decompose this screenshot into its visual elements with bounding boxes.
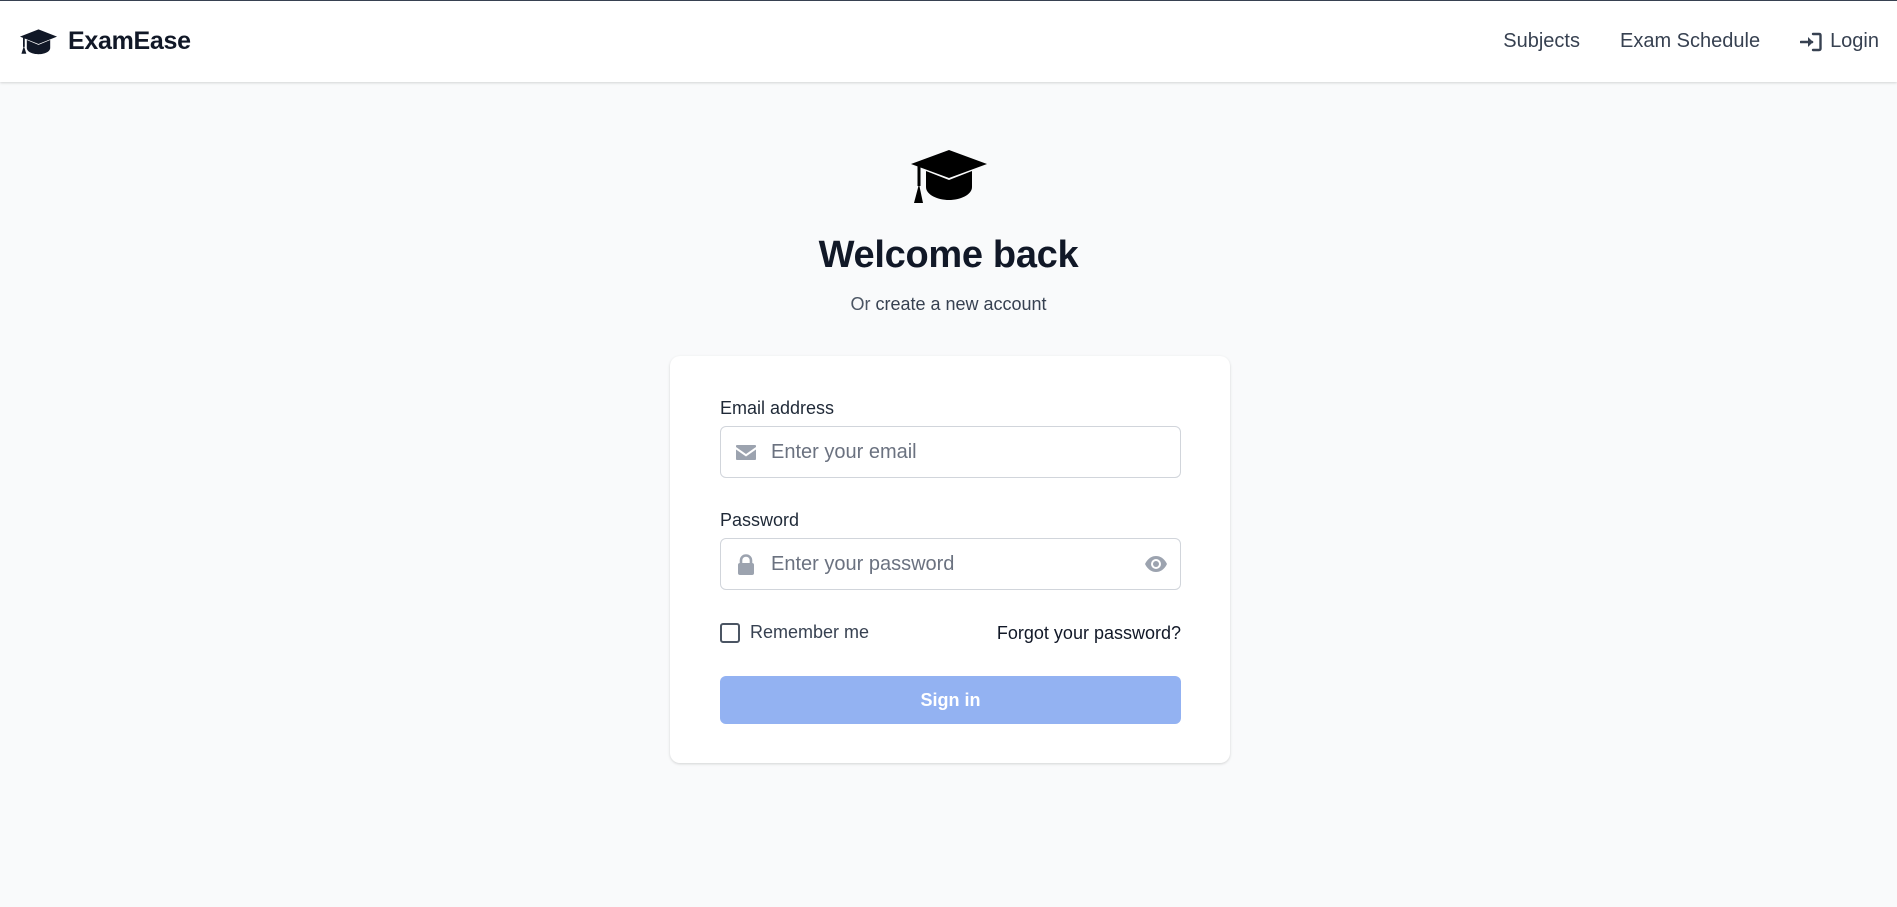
brand-name: ExamEase: [68, 27, 191, 55]
remember-me-checkbox[interactable]: [720, 622, 740, 643]
page-subtitle: Or create a new account: [0, 294, 1897, 315]
nav-link-subjects-label: Subjects: [1503, 30, 1580, 52]
password-input[interactable]: [771, 539, 1131, 589]
sign-in-icon: [1800, 32, 1822, 52]
eye-icon[interactable]: [1144, 553, 1168, 575]
nav-links: Subjects Exam Schedule Login: [1503, 30, 1879, 53]
nav-link-exam-schedule[interactable]: Exam Schedule: [1620, 30, 1760, 53]
nav-link-login[interactable]: Login: [1800, 30, 1879, 53]
nav-link-subjects[interactable]: Subjects: [1503, 30, 1580, 53]
email-field[interactable]: [720, 426, 1181, 478]
password-label: Password: [720, 510, 800, 530]
sign-in-button[interactable]: Sign in: [720, 676, 1181, 724]
forgot-password-link[interactable]: Forgot your password?: [997, 623, 1181, 644]
envelope-icon: [735, 442, 757, 464]
subtitle-prefix: Or: [850, 294, 871, 314]
remember-me: Remember me: [720, 622, 869, 643]
main-content: Welcome back Or create a new account Ema…: [0, 82, 1897, 907]
remember-me-label[interactable]: Remember me: [750, 622, 869, 643]
brand[interactable]: ExamEase: [19, 27, 191, 57]
nav-link-login-label: Login: [1830, 30, 1879, 52]
nav-link-exam-schedule-label: Exam Schedule: [1619, 30, 1761, 52]
email-label: Email address: [720, 398, 835, 418]
lock-icon: [735, 554, 757, 576]
top-navbar: ExamEase Subjects Exam Schedule Login: [0, 0, 1897, 82]
create-account-link[interactable]: create a new account: [875, 294, 1046, 314]
email-input[interactable]: [771, 427, 1131, 477]
login-card: Email address Password: [670, 356, 1230, 763]
graduation-cap-icon: [19, 27, 58, 57]
page-title: Welcome back: [818, 234, 1079, 276]
password-field[interactable]: [720, 538, 1181, 590]
graduation-cap-icon: [910, 148, 988, 206]
